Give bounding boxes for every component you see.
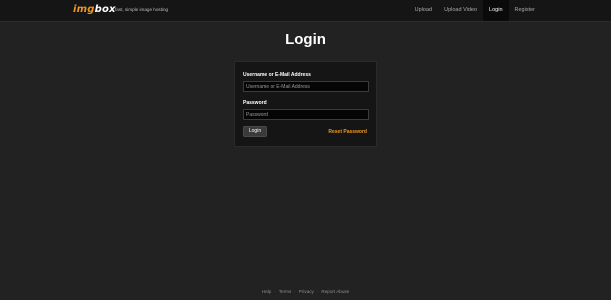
username-input[interactable] [243,81,369,92]
page-title: Login [285,31,326,48]
logo-img-text: img [73,4,95,15]
logo-box-text: box [94,4,116,15]
footer: Help · Terms · Privacy · Report Abuse [0,288,611,295]
username-label: Username or E-Mail Address [243,72,311,78]
nav-upload[interactable]: Upload [409,0,438,21]
footer-report-abuse-link[interactable]: Report Abuse [321,288,349,295]
nav-register[interactable]: Register [509,0,541,21]
footer-separator: · [294,289,296,294]
reset-password-link[interactable]: Reset Password [328,129,367,135]
imgbox-logo[interactable]: imgbox [73,4,116,16]
login-button[interactable]: Login [243,126,267,137]
footer-terms-link[interactable]: Terms [279,288,292,295]
footer-help-link[interactable]: Help [262,288,271,295]
site-tagline: fast, simple image hosting [115,7,169,12]
password-input[interactable] [243,109,369,120]
top-navigation-bar: imgbox fast, simple image hosting Upload… [0,0,611,22]
nav-upload-video[interactable]: Upload Video [438,0,483,21]
password-label: Password [243,100,267,106]
login-form-panel: Username or E-Mail Address Password Logi… [234,61,377,147]
footer-separator: · [316,289,319,294]
footer-privacy-link[interactable]: Privacy [299,288,314,295]
nav-login[interactable]: Login [483,0,509,21]
main-nav: Upload Upload Video Login Register [409,0,541,21]
footer-separator: · [274,289,276,294]
